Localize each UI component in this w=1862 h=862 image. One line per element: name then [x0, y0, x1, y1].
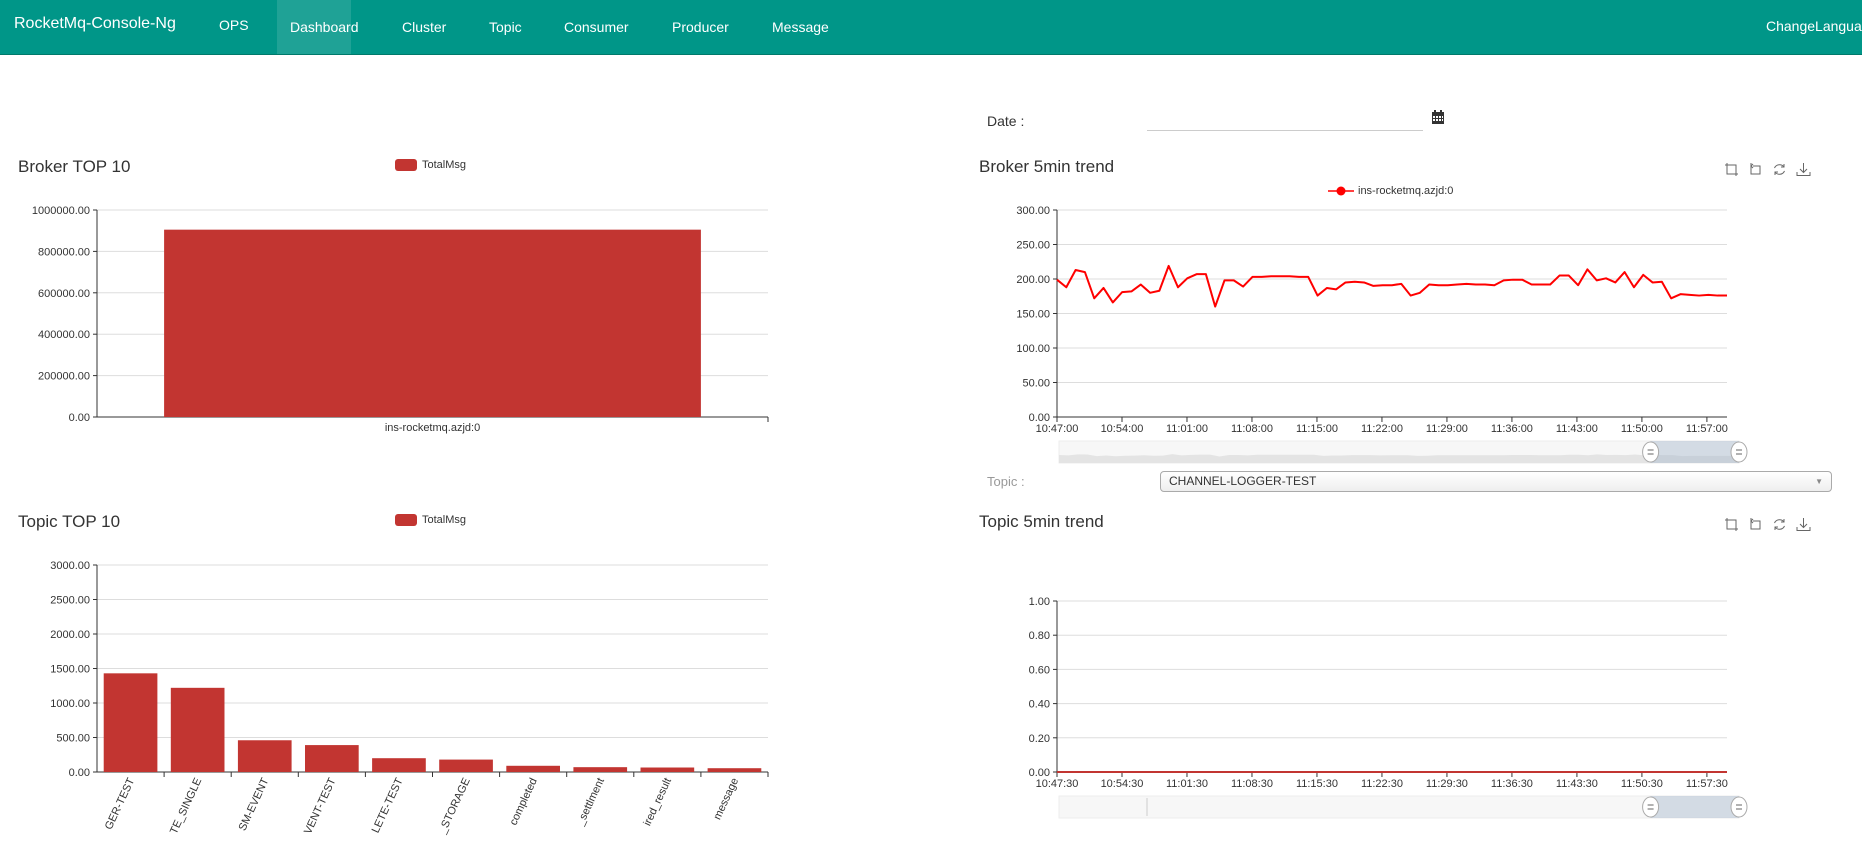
bar	[707, 768, 762, 772]
x-tick-label: 11:08:30	[1231, 778, 1273, 790]
x-tick-label: 11:43:30	[1556, 778, 1598, 790]
y-tick-label: 0.20	[1029, 733, 1050, 745]
x-tick-label: 11:57:30	[1686, 778, 1728, 790]
bar	[439, 759, 493, 772]
x-tick-label: TE_SINGLE	[168, 776, 204, 836]
datazoom-window[interactable]	[1650, 441, 1739, 463]
bar	[506, 765, 560, 772]
x-tick-label: LETE-TEST	[370, 776, 406, 835]
y-tick-label: 150.00	[1016, 309, 1050, 321]
y-tick-label: 2500.00	[50, 595, 90, 607]
datazoom-handle[interactable]	[1642, 441, 1660, 463]
y-tick-label: 800000.00	[38, 246, 90, 258]
y-tick-label: 200000.00	[38, 371, 90, 383]
datazoom-handle[interactable]	[1730, 441, 1748, 463]
x-tick-label: 11:36:00	[1491, 423, 1533, 435]
x-tick-label: _settlment	[574, 776, 607, 828]
x-tick-label: 11:29:30	[1426, 778, 1468, 790]
x-tick-label: 11:43:00	[1556, 423, 1598, 435]
bar	[170, 687, 225, 772]
x-tick-label: 11:50:00	[1621, 423, 1663, 435]
x-tick-label: message	[711, 776, 741, 822]
x-tick-label: 11:01:30	[1166, 778, 1208, 790]
y-tick-label: 1000.00	[50, 698, 90, 710]
bar	[237, 740, 292, 772]
x-tick-label: completed	[508, 776, 540, 827]
x-tick-label: 11:08:00	[1231, 423, 1273, 435]
y-tick-label: 1000000.00	[32, 205, 90, 217]
x-tick-label: ired_result	[641, 776, 674, 828]
datazoom-window[interactable]	[1650, 796, 1739, 818]
bar	[372, 758, 426, 772]
y-tick-label: 1500.00	[50, 664, 90, 676]
x-tick-label: SM-EVENT	[237, 776, 272, 833]
datazoom-handle[interactable]	[1730, 796, 1748, 818]
y-tick-label: 400000.00	[38, 329, 90, 341]
datazoom-handle[interactable]	[1642, 796, 1660, 818]
x-tick-label: 11:36:30	[1491, 778, 1533, 790]
y-tick-label: 250.00	[1016, 240, 1050, 252]
y-tick-label: 500.00	[56, 733, 90, 745]
bar	[305, 745, 359, 772]
bar	[640, 767, 695, 772]
y-tick-label: 50.00	[1022, 378, 1050, 390]
y-tick-label: 3000.00	[50, 560, 90, 572]
x-tick-label: 10:54:30	[1101, 778, 1144, 790]
x-tick-label: 11:01:00	[1166, 423, 1208, 435]
x-tick-label: VENT-TEST	[302, 776, 339, 836]
y-tick-label: 200.00	[1016, 274, 1050, 286]
x-tick-label: 11:22:30	[1361, 778, 1403, 790]
bar	[164, 229, 701, 417]
y-tick-label: 100.00	[1016, 343, 1050, 355]
x-tick-label: 11:15:30	[1296, 778, 1338, 790]
x-tick-label: 11:22:00	[1361, 423, 1403, 435]
charts-layer: 0.00 200000.00 400000.00 600000.00 800000.00…	[32, 205, 1748, 836]
x-tick-label: 11:29:00	[1426, 423, 1468, 435]
y-tick-label: 1.00	[1029, 596, 1050, 608]
y-tick-label: 600000.00	[38, 288, 90, 300]
series-line	[1056, 264, 1727, 308]
y-tick-label: 2000.00	[50, 629, 90, 641]
y-tick-label: 0.40	[1029, 699, 1050, 711]
y-tick-label: 0.60	[1029, 664, 1050, 676]
bar	[103, 673, 158, 772]
x-tick-label: _STORAGE	[436, 776, 473, 836]
y-tick-label: 0.00	[69, 412, 90, 424]
x-tick-label: ins-rocketmq.azjd:0	[385, 422, 480, 434]
x-tick-label: 10:47:00	[1036, 423, 1079, 435]
y-tick-label: 300.00	[1016, 205, 1050, 217]
x-tick-label: 11:15:00	[1296, 423, 1338, 435]
x-tick-label: 11:57:00	[1686, 423, 1728, 435]
x-tick-label: 10:47:30	[1036, 778, 1079, 790]
x-tick-label: 10:54:00	[1101, 423, 1144, 435]
x-tick-label: GER-TEST	[103, 776, 137, 832]
bar	[573, 767, 628, 772]
x-tick-label: 11:50:30	[1621, 778, 1663, 790]
y-tick-label: 0.80	[1029, 630, 1050, 642]
y-tick-label: 0.00	[69, 767, 90, 779]
datazoom-track	[1058, 795, 1740, 819]
